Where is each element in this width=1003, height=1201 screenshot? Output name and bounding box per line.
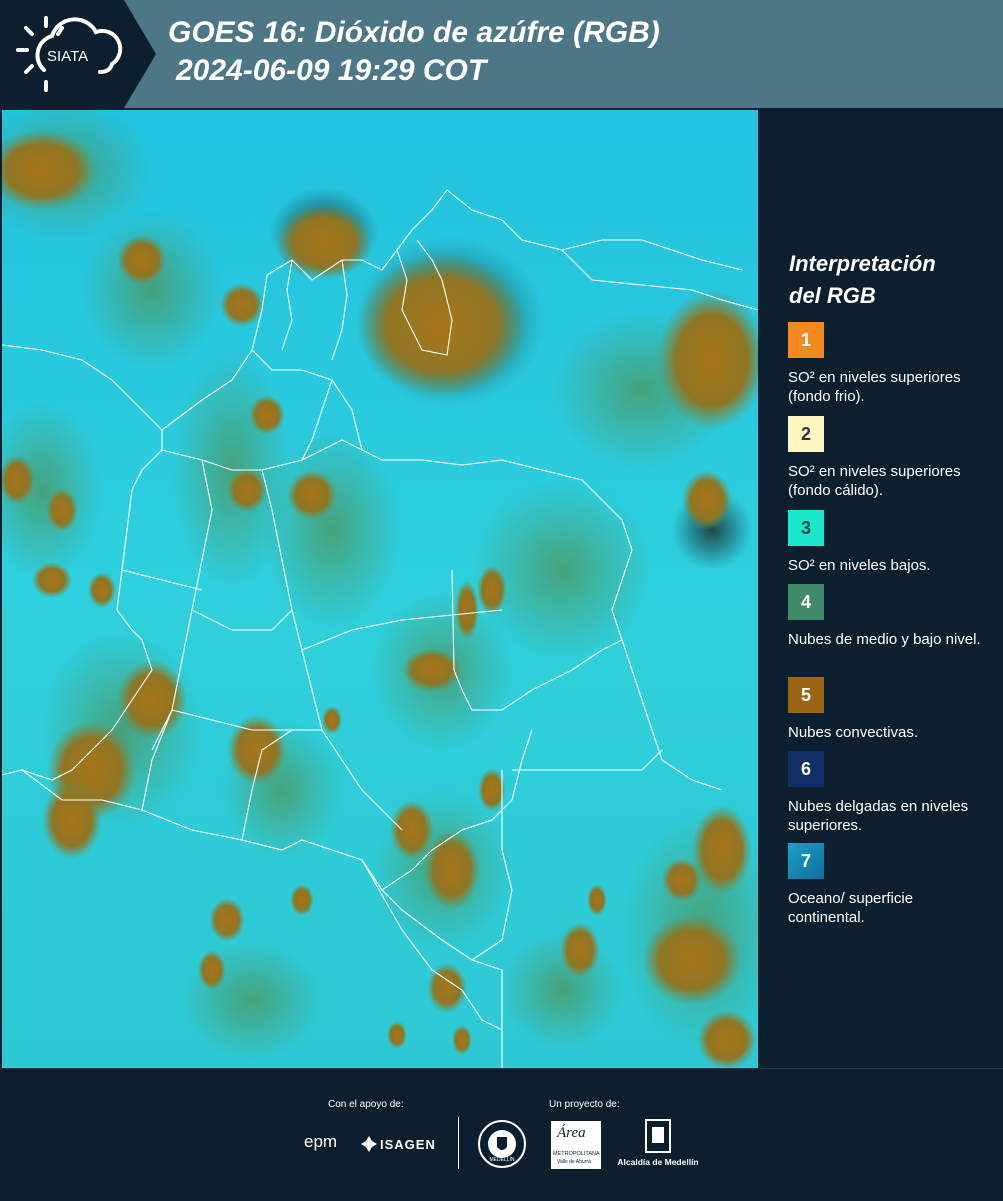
legend-swatch-5: 5 [788, 677, 824, 713]
legend-text-2: SO² en niveles superiores (fondo cálido)… [788, 463, 961, 499]
isagen-icon [361, 1136, 377, 1152]
area-text: Área [557, 1125, 586, 1141]
isagen-text: ISAGEN [380, 1137, 436, 1152]
legend-swatch-3: 3 [788, 510, 824, 546]
header-bar: SIATA GOES 16: Dióxido de azúfre (RGB) 2… [0, 0, 1003, 108]
seal-text: MEDELLÍN [489, 1157, 515, 1163]
siata-logo-icon: SIATA [0, 0, 156, 108]
legend-title-line-1: Interpretación [789, 251, 936, 276]
legend-swatch-1: 1 [788, 322, 824, 358]
legend-text-4: Nubes de medio y bajo nivel. [788, 631, 981, 648]
legend-item-4: 4 Nubes de medio y bajo nivel. [788, 584, 988, 649]
legend-text-7: Oceano/ superficie continental. [788, 890, 914, 926]
isagen-logo[interactable]: ISAGEN [360, 1135, 442, 1155]
legend-swatch-6: 6 [788, 751, 824, 787]
legend-item-6: 6 Nubes delgadas en niveles superiores. [788, 751, 988, 835]
legend-item-5: 5 Nubes convectivas. [788, 677, 988, 742]
legend-text-3: SO² en niveles bajos. [788, 557, 931, 574]
support-label: Con el apoyo de: [328, 1099, 404, 1110]
area-sub-1: METROPOLITANA [553, 1151, 600, 1157]
logo-text: SIATA [47, 48, 88, 65]
legend-title: Interpretación del RGB [789, 248, 936, 312]
project-label: Un proyecto de: [549, 1099, 620, 1110]
area-sub-2: Valle de Aburrá [557, 1159, 591, 1165]
legend-item-1: 1 SO² en niveles superiores (fondo frio)… [788, 322, 988, 406]
legend-item-2: 2 SO² en niveles superiores (fondo cálid… [788, 416, 988, 500]
page-title: GOES 16: Dióxido de azúfre (RGB) 2024-06… [168, 14, 660, 90]
legend-swatch-2: 2 [788, 416, 824, 452]
alcaldia-logo[interactable]: Alcaldía de Medellín [612, 1119, 704, 1171]
legend-text-6: Nubes delgadas en niveles superiores. [788, 798, 969, 834]
siata-logo[interactable]: SIATA [0, 0, 158, 108]
title-line-2: 2024-06-09 19:29 COT [176, 54, 487, 87]
legend-text-1: SO² en niveles superiores (fondo frio). [788, 369, 961, 405]
legend-swatch-4: 4 [788, 584, 824, 620]
legend-text-5: Nubes convectivas. [788, 724, 919, 741]
medellin-seal[interactable]: MEDELLÍN [477, 1119, 527, 1169]
legend-panel: Interpretación del RGB 1 SO² en niveles … [760, 110, 1003, 1068]
alcaldia-shield-icon [645, 1119, 671, 1153]
footer-divider [458, 1117, 459, 1169]
alcaldia-text: Alcaldía de Medellín [617, 1157, 699, 1167]
footer: Con el apoyo de: Un proyecto de: epm ISA… [0, 1068, 1003, 1201]
area-metropolitana-logo[interactable]: Área METROPOLITANA Valle de Aburrá [551, 1121, 601, 1169]
title-line-1: GOES 16: Dióxido de azúfre (RGB) [168, 16, 660, 49]
legend-item-3: 3 SO² en niveles bajos. [788, 510, 988, 575]
legend-title-line-2: del RGB [789, 283, 876, 308]
map-canvas [2, 110, 758, 1068]
satellite-map[interactable] [2, 110, 758, 1068]
epm-logo[interactable]: epm [304, 1132, 337, 1152]
legend-item-7: 7 Oceano/ superficie continental. [788, 843, 988, 927]
legend-swatch-7: 7 [788, 843, 824, 879]
